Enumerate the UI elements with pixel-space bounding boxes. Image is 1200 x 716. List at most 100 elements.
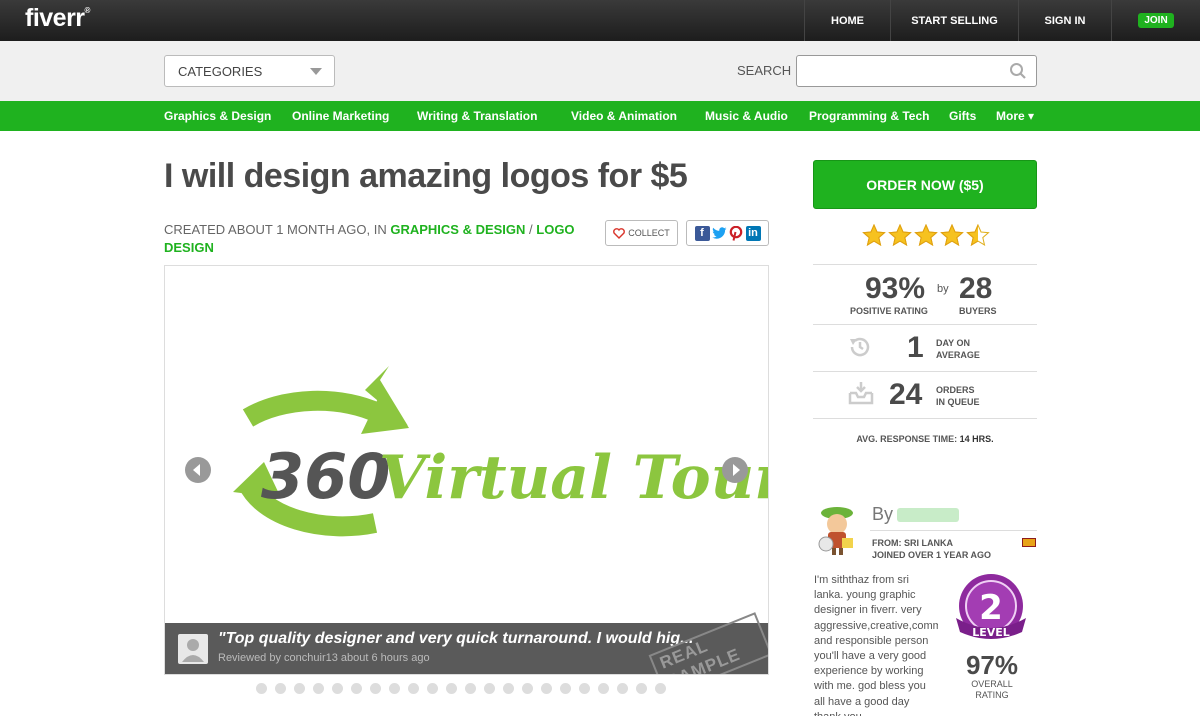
overall-label-line-2: RATING [975, 690, 1009, 700]
search-icon[interactable] [1009, 62, 1027, 80]
user-silhouette-icon [182, 639, 204, 662]
seller-joined: JOINED OVER 1 YEAR AGO [872, 550, 992, 560]
nav-home[interactable]: HOME [804, 0, 890, 41]
slide-dot[interactable] [408, 683, 419, 694]
level-word: LEVEL [972, 626, 1010, 639]
category-more[interactable]: More ▾ [996, 109, 1034, 123]
category-video-animation[interactable]: Video & Animation [571, 109, 677, 123]
nav-sign-in[interactable]: SIGN IN [1018, 0, 1111, 41]
slide-dot[interactable] [351, 683, 362, 694]
fiverr-logo[interactable]: fiverr® [25, 4, 90, 33]
level-2-badge-icon: 2 LEVEL [956, 574, 1026, 639]
linkedin-icon[interactable]: in [745, 225, 761, 241]
slide-dot[interactable] [294, 683, 305, 694]
rating-stars [862, 224, 990, 246]
slide-dot[interactable] [522, 683, 533, 694]
slide-dot[interactable] [256, 683, 267, 694]
registered-mark: ® [84, 6, 91, 15]
slide-dot[interactable] [655, 683, 666, 694]
inbox-icon [848, 382, 874, 405]
chevron-down-icon [310, 68, 322, 75]
facebook-icon[interactable]: f [694, 225, 710, 241]
top-bar: fiverr® HOME START SELLING SIGN IN JOIN [0, 0, 1200, 41]
reviewer-avatar [178, 634, 208, 664]
search-row: CATEGORIES SEARCH [0, 41, 1200, 101]
star-full-icon [940, 224, 964, 246]
positive-rating-label: POSITIVE RATING [850, 306, 928, 316]
category-programming-tech[interactable]: Programming & Tech [809, 109, 929, 123]
slide-indicators [256, 683, 666, 694]
slide-dot[interactable] [541, 683, 552, 694]
seller-bio: I'm siththaz from sri lanka. young graph… [814, 574, 938, 716]
category-writing-translation[interactable]: Writing & Translation [417, 109, 537, 123]
previous-slide-button[interactable] [185, 457, 211, 483]
divider [813, 371, 1037, 372]
overall-rating-value: 97% [965, 650, 1019, 680]
category-gifts[interactable]: Gifts [949, 109, 976, 123]
positive-rating-value: 93% [865, 272, 926, 305]
join-button[interactable]: JOIN [1138, 13, 1174, 28]
by-word: by [937, 283, 949, 295]
category-link[interactable]: GRAPHICS & DESIGN [390, 222, 525, 237]
slide-dot[interactable] [617, 683, 628, 694]
gig-title: I will design amazing logos for $5 [164, 157, 688, 195]
categories-label: CATEGORIES [178, 64, 263, 79]
created-text: CREATED ABOUT 1 MONTH AGO, IN [164, 222, 391, 237]
seller-byline: By [872, 504, 960, 525]
divider [813, 324, 1037, 325]
orders-in-queue-value: 24 [889, 378, 923, 411]
slide-dot[interactable] [598, 683, 609, 694]
gig-meta: CREATED ABOUT 1 MONTH AGO, IN GRAPHICS &… [164, 221, 584, 257]
slide-dot[interactable] [579, 683, 590, 694]
orders-label-line-1: ORDERS [936, 385, 975, 395]
buyers-label: BUYERS [959, 306, 997, 316]
review-quote: "Top quality designer and very quick tur… [218, 630, 694, 647]
divider [813, 264, 1037, 265]
slide-dot[interactable] [560, 683, 571, 694]
divider [870, 530, 1037, 531]
slide-dot[interactable] [313, 683, 324, 694]
review-attribution: Reviewed by conchuir13 about 6 hours ago [218, 652, 430, 664]
logo-text: fiverr [25, 4, 85, 32]
level-number: 2 [979, 588, 1003, 628]
slide-dot[interactable] [636, 683, 647, 694]
seller-username[interactable] [897, 508, 960, 523]
slide-dot[interactable] [332, 683, 343, 694]
slide-dot[interactable] [484, 683, 495, 694]
categories-dropdown[interactable]: CATEGORIES [164, 55, 335, 87]
collect-label: COLLECT [628, 228, 670, 238]
seller-avatar[interactable] [815, 504, 860, 555]
category-graphics-design[interactable]: Graphics & Design [164, 109, 271, 123]
slide-dot[interactable] [465, 683, 476, 694]
nav-start-selling[interactable]: START SELLING [890, 0, 1018, 41]
next-slide-button[interactable] [722, 457, 748, 483]
order-now-button[interactable]: ORDER NOW ($5) [813, 160, 1037, 209]
gig-gallery[interactable]: 360 Virtual Tours "Top quality designer … [164, 265, 769, 675]
divider [813, 418, 1037, 419]
star-full-icon [888, 224, 912, 246]
delivery-days-label-line-1: DAY ON [936, 338, 971, 348]
slide-dot[interactable] [370, 683, 381, 694]
slide-dot[interactable] [446, 683, 457, 694]
category-music-audio[interactable]: Music & Audio [705, 109, 788, 123]
twitter-icon[interactable] [711, 225, 727, 241]
orders-label-line-2: IN QUEUE [936, 397, 980, 407]
seller-country: FROM: SRI LANKA [872, 538, 953, 548]
response-value: 14 HRS. [959, 434, 994, 444]
pinterest-icon[interactable] [728, 225, 744, 241]
by-label: By [872, 504, 894, 524]
nav-join: JOIN [1111, 0, 1200, 41]
slide-dot[interactable] [275, 683, 286, 694]
buyers-value: 28 [959, 272, 993, 305]
star-half-icon [966, 224, 990, 246]
search-input[interactable] [796, 55, 1037, 87]
slide-dot[interactable] [427, 683, 438, 694]
share-buttons: f in [686, 220, 769, 246]
slide-dot[interactable] [389, 683, 400, 694]
overall-label-line-1: OVERALL [971, 679, 1013, 689]
delivery-days-label-line-2: AVERAGE [936, 350, 980, 360]
collect-button[interactable]: COLLECT [605, 220, 678, 246]
category-online-marketing[interactable]: Online Marketing [292, 109, 389, 123]
slide-dot[interactable] [503, 683, 514, 694]
search-label: SEARCH [737, 63, 792, 78]
